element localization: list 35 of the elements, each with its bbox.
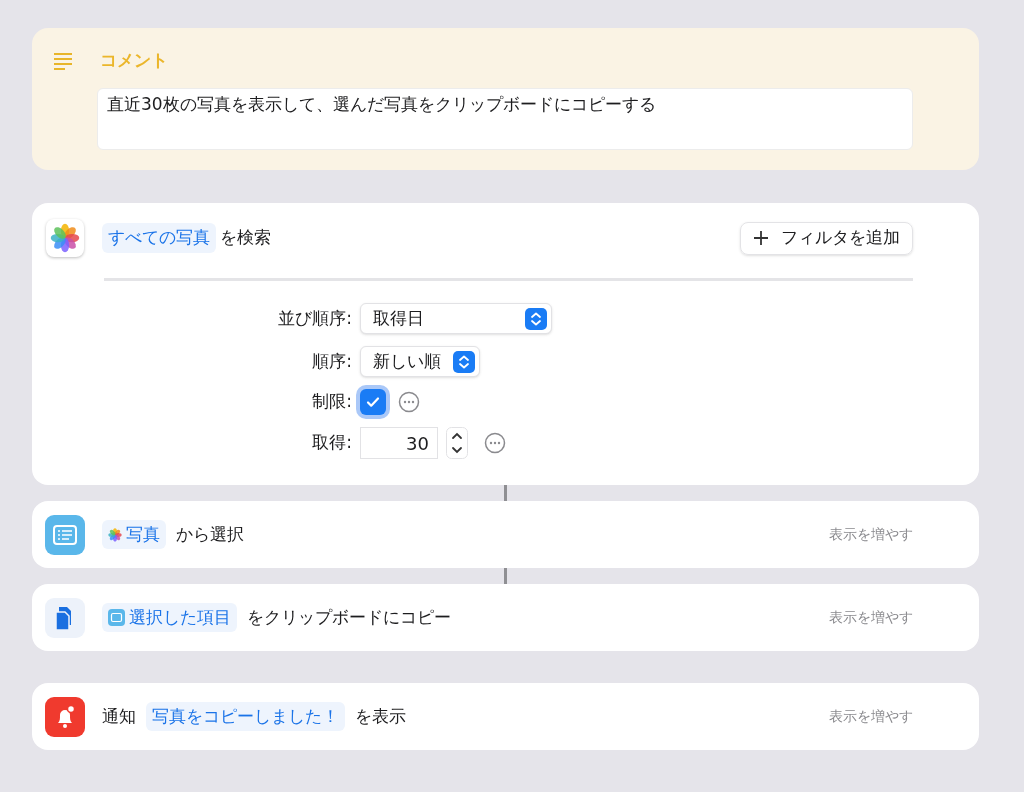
action-text: をクリップボードにコピー — [247, 605, 451, 629]
plus-icon — [753, 230, 769, 246]
select-arrows-icon — [525, 307, 547, 330]
action-text: 通知 — [102, 704, 136, 728]
documents-icon — [45, 597, 85, 638]
photos-icon — [108, 527, 122, 542]
variable-token[interactable]: すべての写真 — [102, 223, 216, 253]
show-more-button[interactable]: 表示を増やす — [829, 706, 913, 727]
add-filter-button[interactable]: フィルタを追加 — [740, 221, 913, 255]
stepper-arrows-icon[interactable] — [446, 427, 468, 459]
variable-token[interactable]: 選択した項目 — [102, 602, 237, 633]
option-label: 順序: — [311, 349, 352, 373]
comment-field[interactable]: 直近30枚の写真を表示して、選んだ写真をクリップボードにコピーする — [97, 87, 913, 150]
action-text: から選択 — [176, 522, 244, 546]
option-label: 制限: — [311, 390, 352, 414]
select-arrows-icon — [453, 350, 475, 373]
list-window-icon — [108, 609, 125, 626]
option-label: 並び順序: — [277, 306, 352, 330]
variable-token[interactable]: 写真 — [102, 519, 166, 550]
select-dropdown[interactable]: 取得日 — [360, 303, 552, 334]
list-window-icon — [45, 514, 85, 555]
more-options-icon[interactable] — [484, 432, 506, 454]
comment-title: コメント — [100, 49, 168, 72]
show-more-button[interactable]: 表示を増やす — [829, 607, 913, 628]
action-text: を検索 — [220, 226, 271, 250]
action-text: を表示 — [355, 704, 406, 728]
check-icon — [365, 394, 381, 410]
number-field[interactable]: 30 — [360, 427, 438, 459]
lines-icon — [52, 51, 74, 70]
more-options-icon[interactable] — [398, 391, 420, 413]
bell-icon — [45, 696, 85, 737]
select-dropdown[interactable]: 新しい順 — [360, 346, 480, 377]
variable-token[interactable]: 写真をコピーしました！ — [146, 701, 345, 732]
show-more-button[interactable]: 表示を増やす — [829, 524, 913, 545]
option-label: 取得: — [311, 431, 352, 455]
